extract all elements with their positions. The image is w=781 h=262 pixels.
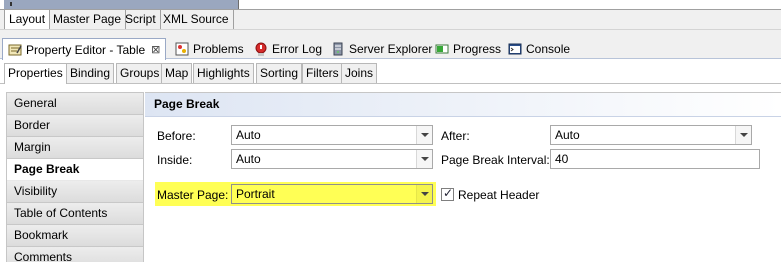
editor-selection-area	[0, 0, 238, 9]
before-value: Auto	[236, 128, 261, 142]
view-tab-bar: Property Editor - Table ⊠ Problems Error…	[0, 38, 781, 60]
tab-master-page[interactable]: Master Page	[49, 10, 127, 29]
tab-console[interactable]: Console	[503, 38, 575, 59]
editor-divider	[238, 0, 239, 9]
tab-groups[interactable]: Groups	[116, 63, 164, 83]
tab-server-explorer[interactable]: Server Explorer	[326, 38, 437, 59]
tab-map[interactable]: Map	[161, 63, 193, 83]
tab-properties[interactable]: Properties	[4, 63, 67, 84]
inside-value: Auto	[236, 152, 261, 166]
page-break-interval-label: Page Break Interval:	[441, 153, 550, 167]
nav-item-page-break[interactable]: Page Break	[7, 159, 143, 181]
editor-canvas[interactable]	[0, 0, 781, 9]
nav-item-border[interactable]: Border	[7, 115, 143, 137]
error-log-icon	[254, 42, 268, 56]
tab-layout[interactable]: Layout	[4, 10, 51, 29]
property-tab-bar: Properties Binding Groups Map Highlights…	[0, 60, 781, 84]
nav-item-general[interactable]: General	[7, 93, 143, 115]
tab-filters[interactable]: Filters	[302, 63, 343, 83]
chevron-down-icon[interactable]	[735, 126, 751, 144]
repeat-header-checkbox[interactable]	[441, 186, 454, 201]
page-break-interval-value: 40	[555, 152, 569, 166]
nav-item-visibility[interactable]: Visibility	[7, 181, 143, 203]
tab-property-editor[interactable]: Property Editor - Table ⊠	[2, 38, 167, 60]
console-icon	[508, 42, 522, 56]
repeat-header-label: Repeat Header	[458, 188, 540, 202]
tab-progress[interactable]: Progress	[430, 38, 506, 59]
before-label: Before:	[157, 129, 196, 143]
after-select[interactable]: Auto	[550, 125, 752, 145]
page-break-interval-input[interactable]: 40	[550, 149, 760, 169]
before-select[interactable]: Auto	[231, 125, 433, 145]
inside-select[interactable]: Auto	[231, 149, 433, 169]
progress-icon	[435, 42, 449, 56]
chevron-down-icon[interactable]	[416, 185, 432, 203]
tab-binding[interactable]: Binding	[66, 63, 115, 83]
editor-tab-bar: Layout Master Page Script XML Source	[0, 9, 781, 29]
tab-script[interactable]: Script	[121, 10, 161, 29]
tab-joins[interactable]: Joins	[341, 63, 378, 83]
tab-error-log[interactable]: Error Log	[249, 38, 327, 59]
editor-marker	[10, 2, 12, 6]
page-break-panel: Page Break Before: Auto After: Auto Insi…	[145, 92, 781, 262]
chevron-down-icon[interactable]	[416, 126, 432, 144]
view-separator	[0, 29, 781, 38]
section-title: Page Break	[145, 93, 781, 117]
tab-problems[interactable]: Problems	[170, 38, 249, 59]
inside-label: Inside:	[157, 153, 193, 167]
tab-label: Console	[526, 41, 571, 56]
property-category-list: General Border Margin Page Break Visibil…	[6, 92, 144, 262]
nav-item-table-of-contents[interactable]: Table of Contents	[7, 203, 143, 225]
master-page-label: Master Page:	[157, 188, 229, 202]
master-page-select[interactable]: Portrait	[231, 184, 433, 204]
server-explorer-icon	[331, 42, 345, 56]
problems-icon	[175, 42, 189, 56]
tab-highlights[interactable]: Highlights	[193, 63, 254, 83]
chevron-down-icon[interactable]	[416, 150, 432, 168]
tab-label: Error Log	[272, 41, 323, 56]
nav-item-bookmark[interactable]: Bookmark	[7, 225, 143, 247]
nav-item-margin[interactable]: Margin	[7, 137, 143, 159]
tab-label: Property Editor - Table	[26, 42, 146, 57]
after-label: After:	[441, 129, 470, 143]
after-value: Auto	[555, 128, 580, 142]
close-icon[interactable]: ⊠	[151, 43, 160, 56]
tab-xml-source[interactable]: XML Source	[159, 10, 234, 29]
tab-label: Server Explorer	[349, 41, 433, 56]
master-page-value: Portrait	[236, 187, 275, 201]
property-editor-icon	[8, 43, 22, 57]
tab-sorting[interactable]: Sorting	[256, 63, 303, 83]
tab-label: Problems	[193, 41, 244, 56]
tab-label: Progress	[453, 41, 502, 56]
nav-item-comments[interactable]: Comments	[7, 247, 143, 262]
